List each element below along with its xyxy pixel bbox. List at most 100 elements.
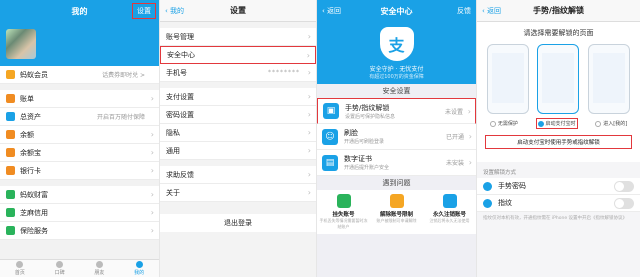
issue-delete-account[interactable]: 永久注销账号 注销后将永久无法使用 — [426, 194, 474, 234]
hero-subtitle: 有超过100万的资金保障 — [369, 73, 424, 80]
list-item-wealth[interactable]: 蚂蚁财富 › — [0, 186, 159, 204]
page-title: 安全中心 — [380, 6, 413, 16]
settings-item-password[interactable]: 密码设置 › — [160, 106, 316, 124]
phone-preview-none[interactable] — [487, 44, 530, 114]
tab-mine[interactable]: 我的 — [134, 261, 144, 276]
tab-koubei[interactable]: 口碑 — [55, 261, 65, 276]
friends-icon — [95, 261, 103, 268]
radio-icon — [595, 120, 602, 127]
gesture-fingerprint-panel: ‹ 返回 手势/指纹解锁 请选择需要解锁的页面 无需保护 启动支付宝时 进入[我… — [477, 0, 640, 277]
yuebao-icon — [6, 148, 15, 157]
chevron-right-icon: › — [150, 166, 154, 175]
radio-icon — [489, 120, 496, 127]
chevron-right-icon: › — [307, 170, 311, 179]
avatar[interactable] — [6, 29, 36, 59]
toggle-row-fingerprint: 指纹 — [477, 195, 640, 212]
settings-item-payment[interactable]: 支付设置 › — [160, 88, 316, 106]
back-button[interactable]: ‹ 返回 — [322, 6, 341, 16]
chevron-right-icon: › — [150, 94, 154, 103]
settings-item-general[interactable]: 通用 › — [160, 142, 316, 160]
security-center-panel: ‹ 返回 安全中心 反馈 支 安全守护 · 无忧支付 有超过100万的资金保障 … — [317, 0, 477, 277]
list-item-label: 银行卡 — [20, 166, 41, 175]
chevron-right-icon: › — [307, 32, 311, 41]
insurance-icon — [6, 226, 15, 235]
settings-item-about[interactable]: 关于 › — [160, 184, 316, 202]
page-title: 我的 — [71, 6, 88, 16]
home-icon — [16, 261, 24, 268]
section-title-security: 安全设置 — [382, 87, 411, 95]
chevron-right-icon: › — [150, 190, 154, 199]
tab-friends[interactable]: 朋友 — [94, 261, 104, 276]
security-item-gesture-fingerprint[interactable]: ▣ 手势/指纹解锁 设置后可保护隐私信息 未设置 › — [317, 98, 476, 124]
feedback-button[interactable]: 反馈 — [457, 6, 471, 16]
chevron-right-icon: › — [307, 110, 311, 119]
list-item-insurance[interactable]: 保险服务 › — [0, 222, 159, 240]
settings-button[interactable]: 设置 — [132, 3, 156, 19]
selected-option-note: 启动支付宝时使用手势或指纹解锁 — [485, 135, 632, 149]
issue-report-lost[interactable]: 挂失账号 手机丢失等情况需要暂时冻结账户 — [320, 194, 368, 234]
list-item-credit[interactable]: 芝麻信用 › — [0, 204, 159, 222]
phone-preview-mine[interactable] — [587, 44, 630, 114]
option-no-protection[interactable]: 无需保护 — [489, 118, 518, 129]
option-enter-mine[interactable]: 进入[我的] — [595, 118, 627, 129]
delete-account-icon — [442, 194, 457, 208]
list-item-assets[interactable]: 总资产 开启百万随付保障 — [0, 108, 159, 126]
credit-icon — [6, 208, 15, 217]
back-button[interactable]: ‹ 返回 — [482, 6, 501, 16]
list-item-member[interactable]: 蚂蚁会员 话费券即时兑 > — [0, 66, 159, 84]
chevron-right-icon: › — [150, 208, 154, 217]
tab-bar: 首页 口碑 朋友 我的 — [0, 259, 159, 277]
security-hero: 支 安全守护 · 无忧支付 有超过100万的资金保障 — [317, 22, 476, 84]
settings-item-account[interactable]: 账号管理 › — [160, 28, 316, 46]
footnote: 指纹仅对本机有效，开通指纹需在 iPhone 设置中开启《指纹解锁协议》 — [483, 216, 628, 221]
fingerprint-toggle[interactable] — [614, 197, 634, 209]
bill-icon — [6, 94, 15, 103]
my-page-header: 我的 设置 — [0, 0, 159, 22]
list-item-label: 蚂蚁会员 — [20, 70, 48, 79]
phone-previews — [477, 44, 640, 114]
settings-item-phone[interactable]: 手机号 ******** › — [160, 64, 316, 82]
my-page-panel: 我的 设置 蚂蚁会员 话费券即时兑 > 账单 › 总资产 开启百万随付保障 余额… — [0, 0, 160, 277]
padlock-icon — [389, 194, 404, 208]
list-item-sub: 开启百万随付保障 — [96, 114, 145, 121]
unlock-page-chooser: 请选择需要解锁的页面 无需保护 启动支付宝时 进入[我的] 启动支付宝时使用手势… — [477, 22, 640, 162]
unlock-method-caption: 设置解锁方式 — [483, 170, 517, 176]
settings-item-help[interactable]: 求助反馈 › — [160, 166, 316, 184]
tab-home[interactable]: 首页 — [15, 261, 25, 276]
profile-card[interactable] — [0, 22, 159, 66]
chevron-right-icon: › — [150, 148, 154, 157]
phone-preview-launch[interactable] — [537, 44, 580, 114]
unlock-header: ‹ 返回 手势/指纹解锁 — [477, 0, 640, 22]
radio-checked-icon — [537, 120, 544, 127]
hero-slogan: 安全守护 · 无忧支付 — [369, 65, 424, 73]
screenshot-root: 我的 设置 蚂蚁会员 话费券即时兑 > 账单 › 总资产 开启百万随付保障 余额… — [0, 0, 640, 277]
chevron-right-icon: › — [307, 146, 311, 155]
list-item-yuebao[interactable]: 余额宝 › — [0, 144, 159, 162]
chevron-right-icon: › — [467, 106, 471, 116]
list-item-bill[interactable]: 账单 › — [0, 90, 159, 108]
section-title-issues: 遇到问题 — [382, 179, 411, 187]
chevron-right-icon: › — [150, 130, 154, 139]
issues-grid: 挂失账号 手机丢失等情况需要暂时冻结账户 解除账号限制 账户被限制可申请解除 永… — [317, 190, 476, 234]
toggle-row-gesture: 手势密码 — [477, 178, 640, 195]
list-item-label: 蚂蚁财富 — [20, 190, 48, 199]
list-item-balance[interactable]: 余额 › — [0, 126, 159, 144]
prompt-text: 请选择需要解锁的页面 — [523, 29, 594, 37]
list-item-sub: 话费券即时兑 > — [102, 72, 145, 79]
list-item-bankcard[interactable]: 银行卡 › — [0, 162, 159, 180]
member-icon — [6, 70, 15, 79]
gesture-toggle[interactable] — [614, 180, 634, 192]
certificate-icon: ▤ — [322, 154, 338, 171]
back-button[interactable]: ‹ 我的 — [165, 6, 184, 16]
settings-item-security-center[interactable]: 安全中心 › — [160, 46, 316, 64]
settings-item-privacy[interactable]: 隐私 › — [160, 124, 316, 142]
face-icon: ☺ — [322, 128, 338, 145]
security-item-face[interactable]: ☺ 刷脸 开通后可刷脸登录 已开通 › — [317, 124, 476, 150]
logout-button[interactable]: 退出登录 — [160, 214, 316, 232]
chevron-right-icon: › — [468, 132, 472, 141]
security-item-certificate[interactable]: ▤ 数字证书 开通后提升账户安全 未安装 › — [317, 150, 476, 176]
chevron-right-icon: › — [306, 50, 310, 60]
status-text: 已开通 — [445, 134, 464, 141]
option-on-launch[interactable]: 启动支付宝时 — [535, 118, 578, 129]
issue-unlock-account[interactable]: 解除账号限制 账户被限制可申请解除 — [373, 194, 421, 234]
